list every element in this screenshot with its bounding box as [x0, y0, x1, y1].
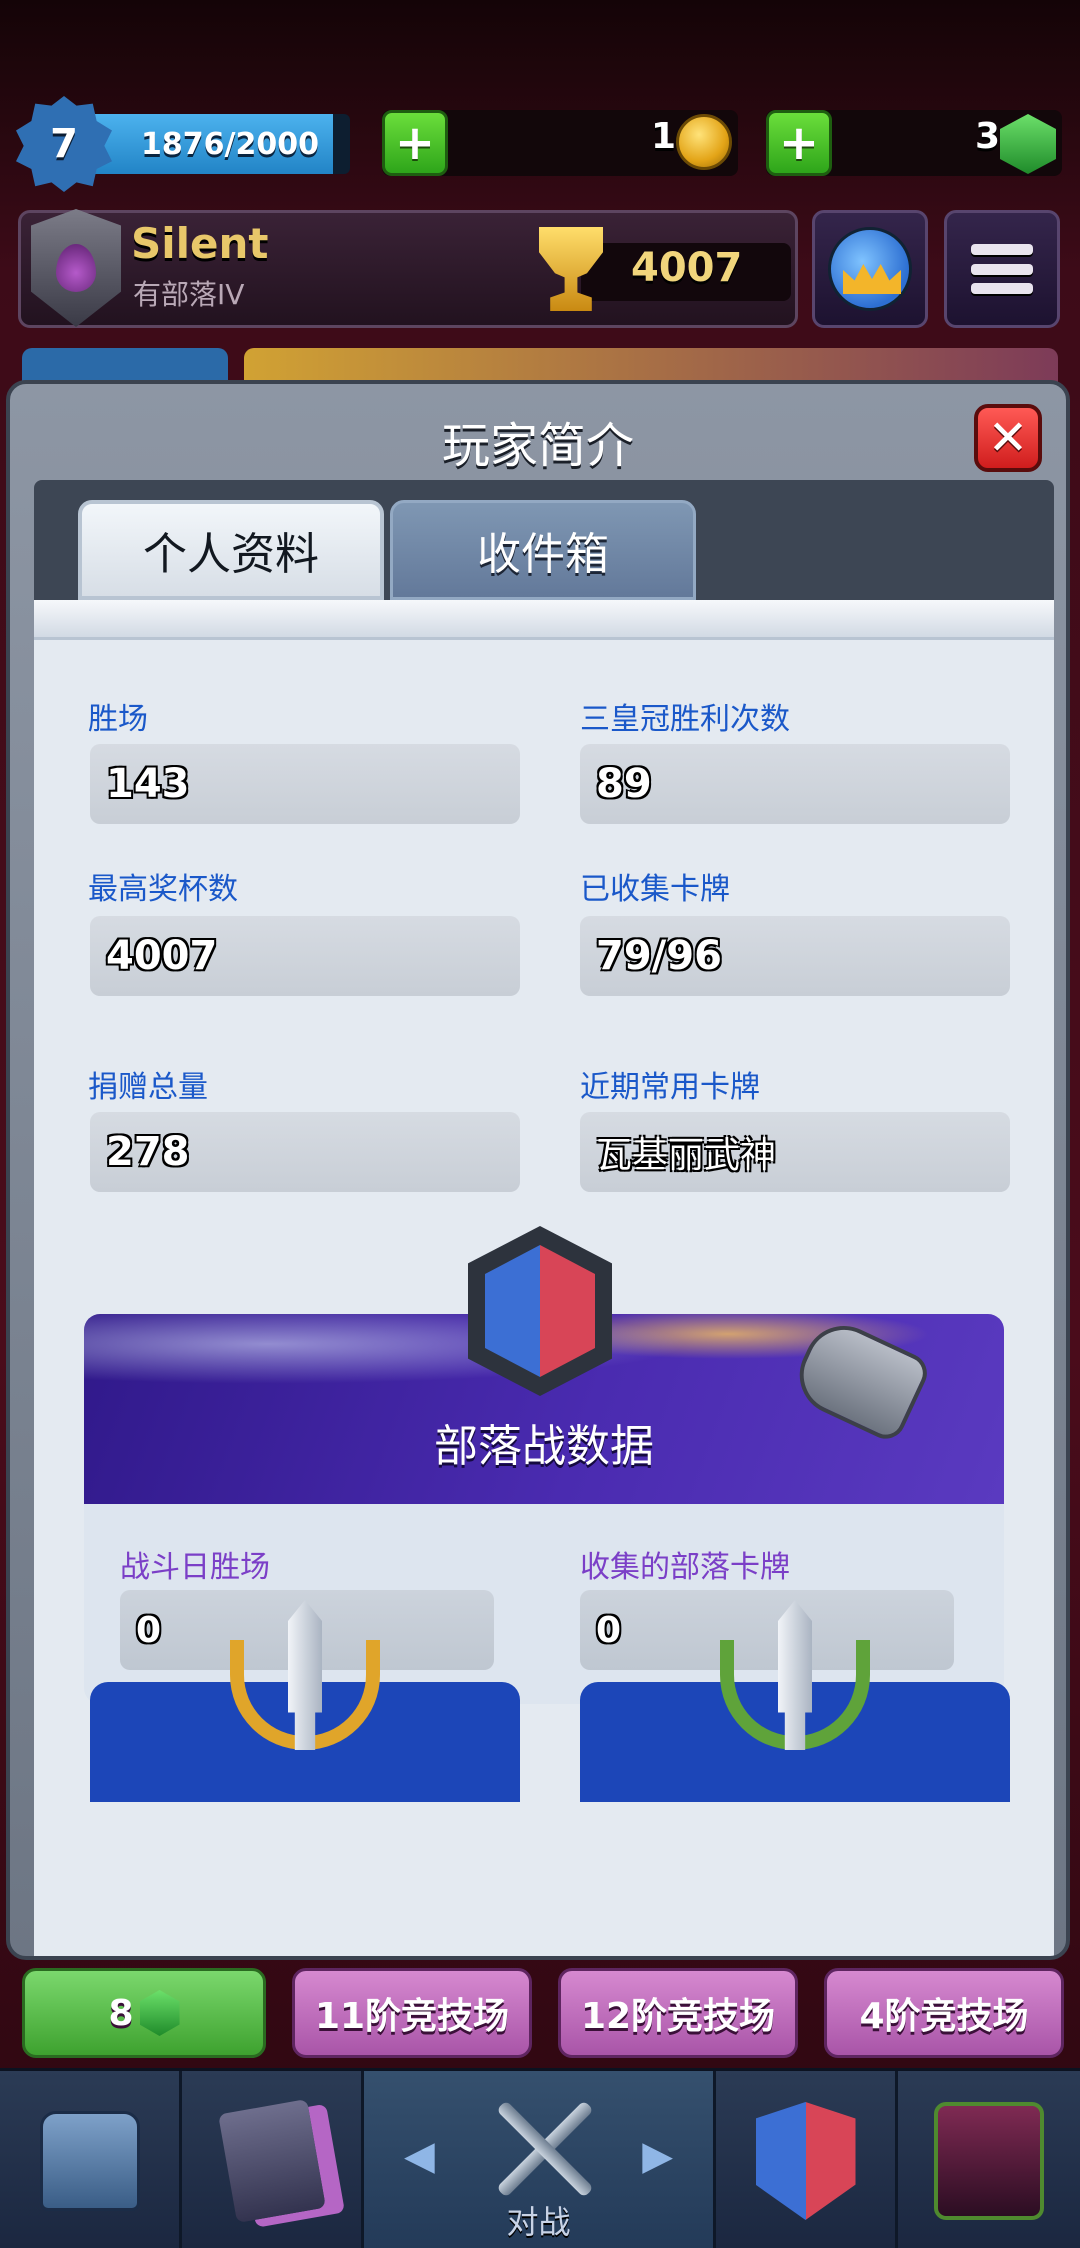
three-crown-label: 三皇冠胜利次数 — [580, 702, 790, 737]
clan-badge-icon — [31, 209, 121, 327]
crossed-swords-icon — [484, 2087, 604, 2207]
best-trophies-value: 4007 — [90, 916, 520, 996]
wins-label: 胜场 — [88, 702, 148, 737]
gems-tab[interactable]: 8 — [22, 1968, 266, 2058]
player-profile-bar[interactable]: Silent 有部落IV 4007 — [18, 209, 798, 328]
gold-value: 1 — [650, 116, 676, 157]
cards-found-label: 已收集卡牌 — [580, 872, 730, 907]
tab-inbox-label: 收件箱 — [477, 529, 609, 580]
player-name: Silent — [131, 219, 269, 268]
add-gold-button[interactable]: + — [382, 110, 448, 176]
favorite-card-value[interactable]: 瓦基丽武神 — [580, 1112, 1010, 1192]
plus-icon: + — [394, 115, 436, 171]
hamburger-icon — [971, 244, 1033, 294]
globe-crown-icon — [828, 227, 912, 311]
left-arrow-icon[interactable]: ◀ — [404, 2133, 435, 2179]
arena-11-tab[interactable]: 11阶竞技场 — [292, 1968, 532, 2058]
trophy-count: 4007 — [631, 245, 743, 291]
tab-bar: 个人资料 收件箱 — [34, 480, 1054, 600]
three-crown-value: 89 — [580, 744, 1010, 824]
close-button[interactable]: ✕ — [974, 404, 1042, 472]
gems-counter: + 3 — [766, 110, 1062, 176]
nav-clan[interactable] — [716, 2071, 898, 2248]
cards-icon — [217, 2099, 326, 2223]
gold-coin-icon — [676, 114, 732, 170]
cards-found-value: 79/96 — [580, 916, 1010, 996]
social-button[interactable] — [812, 210, 928, 328]
clan-cards-label: 收集的部落卡牌 — [580, 1550, 790, 1585]
donations-label: 捐赠总量 — [88, 1070, 208, 1105]
right-arrow-icon[interactable]: ▶ — [642, 2133, 673, 2179]
gold-laurel-sword-icon — [230, 1600, 380, 1760]
green-laurel-sword-icon — [720, 1600, 870, 1760]
top-resource-bar: 7 1876/2000 + 1 + 3 — [0, 90, 1080, 200]
modal-title: 玩家简介 — [441, 418, 634, 474]
nav-events[interactable] — [898, 2071, 1080, 2248]
level-badge-icon[interactable]: 7 — [16, 96, 112, 192]
nav-cards[interactable] — [182, 2071, 364, 2248]
arena-4-tab[interactable]: 4阶竞技场 — [824, 1968, 1064, 2058]
tab-profile-label: 个人资料 — [143, 529, 319, 580]
menu-button[interactable] — [944, 210, 1060, 328]
clan-shield-icon — [755, 2102, 856, 2220]
chest-icon — [39, 2111, 140, 2211]
bottom-nav: ◀ ▶ 对战 — [0, 2068, 1080, 2248]
gems-value: 3 — [974, 116, 1000, 157]
wins-value: 143 — [90, 744, 520, 824]
player-clan: 有部落IV — [133, 278, 245, 311]
arena-11-label: 11阶竞技场 — [314, 1996, 510, 2037]
add-gems-button[interactable]: + — [766, 110, 832, 176]
nav-battle[interactable]: ◀ ▶ 对战 — [364, 2071, 716, 2248]
lower-tabs: 8 11阶竞技场 12阶竞技场 4阶竞技场 — [0, 1960, 1080, 2060]
xp-text: 1876/2000 — [141, 126, 319, 162]
donations-value: 278 — [90, 1112, 520, 1192]
player-profile-modal: 玩家简介 ✕ 个人资料 收件箱 胜场 143 三皇冠胜利次数 89 最高奖杯数 … — [6, 380, 1070, 1960]
arena-12-tab[interactable]: 12阶竞技场 — [558, 1968, 798, 2058]
close-icon: ✕ — [987, 410, 1029, 466]
battle-day-wins-label: 战斗日胜场 — [120, 1550, 270, 1585]
gems-tab-value: 8 — [108, 1992, 134, 2034]
clan-war-title: 部落战数据 — [434, 1421, 654, 1472]
gold-counter: + 1 — [382, 110, 738, 176]
content-top-rail — [34, 600, 1054, 640]
level-value: 7 — [50, 121, 78, 167]
xp-bar[interactable]: 1876/2000 — [80, 114, 350, 174]
avatar — [934, 2102, 1044, 2220]
tab-inbox[interactable]: 收件箱 — [390, 500, 696, 600]
arena-12-label: 12阶竞技场 — [580, 1996, 776, 2037]
favorite-card-label: 近期常用卡牌 — [580, 1070, 760, 1105]
arena-4-label: 4阶竞技场 — [859, 1996, 1029, 2037]
gem-icon — [1000, 114, 1056, 174]
best-trophies-label: 最高奖杯数 — [88, 872, 238, 907]
nav-shop[interactable] — [0, 2071, 182, 2248]
battle-label: 对战 — [506, 2203, 571, 2241]
plus-icon: + — [778, 115, 820, 171]
tab-profile[interactable]: 个人资料 — [78, 500, 384, 600]
gem-icon — [139, 1990, 180, 2036]
